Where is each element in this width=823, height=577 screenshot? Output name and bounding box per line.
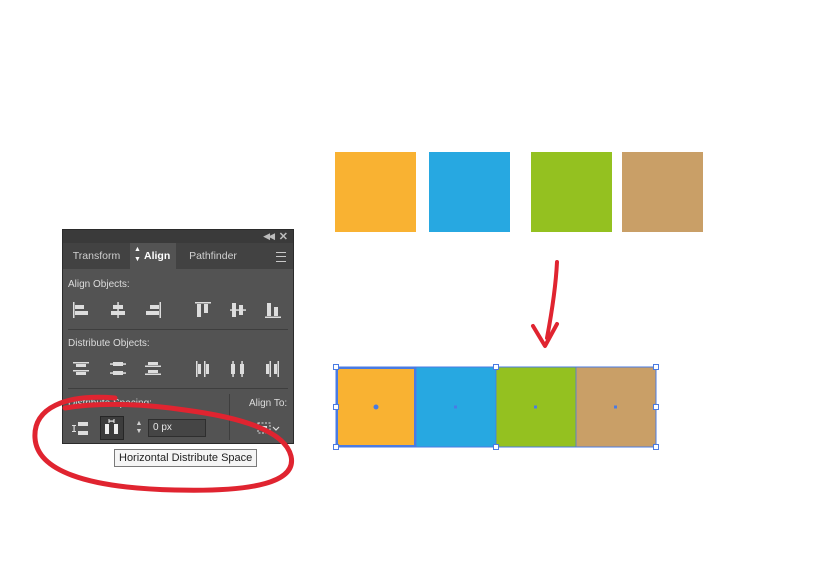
tooltip: Horizontal Distribute Space (114, 449, 258, 467)
tab-align[interactable]: ▲ ▼ Align (130, 243, 176, 269)
vertical-distribute-center-icon[interactable] (108, 359, 128, 379)
tab-pathfinder[interactable]: Pathfinder (176, 243, 250, 269)
collapse-icon[interactable]: ◀◀ (263, 231, 275, 242)
panel-tab-bar: Transform ▲ ▼ Align Pathfinder (63, 243, 293, 269)
green-square-before[interactable] (531, 152, 612, 232)
horizontal-align-center-icon[interactable] (108, 300, 128, 320)
orange-square-before[interactable] (335, 152, 416, 232)
tab-transform[interactable]: Transform (63, 243, 130, 269)
distribute-objects-label: Distribute Objects: (68, 338, 150, 349)
vertical-distribute-bottom-icon[interactable] (143, 359, 163, 379)
horizontal-distribute-left-icon[interactable] (193, 359, 213, 379)
horizontal-align-left-icon[interactable] (71, 300, 91, 320)
vertical-align-bottom-icon[interactable] (263, 300, 283, 320)
section-divider (68, 329, 288, 330)
close-icon[interactable]: ✕ (279, 230, 288, 243)
horizontal-align-right-icon[interactable] (143, 300, 163, 320)
red-circle-annotation (32, 394, 295, 493)
vertical-align-top-icon[interactable] (193, 300, 213, 320)
tan-square-before[interactable] (622, 152, 703, 232)
stepper-icon: ▼ (134, 256, 141, 263)
blue-square-before[interactable] (429, 152, 510, 232)
align-objects-label: Align Objects: (68, 279, 130, 290)
horizontal-distribute-center-icon[interactable] (228, 359, 248, 379)
vertical-distribute-top-icon[interactable] (71, 359, 91, 379)
selection-bounding-box (333, 364, 659, 450)
center-points (373, 404, 617, 410)
panel-title-bar[interactable] (63, 230, 293, 243)
panel-menu-icon[interactable] (276, 252, 286, 262)
horizontal-distribute-right-icon[interactable] (263, 359, 283, 379)
red-arrow-annotation (531, 260, 559, 348)
tab-align-label: Align (144, 250, 171, 262)
vertical-align-center-icon[interactable] (228, 300, 248, 320)
